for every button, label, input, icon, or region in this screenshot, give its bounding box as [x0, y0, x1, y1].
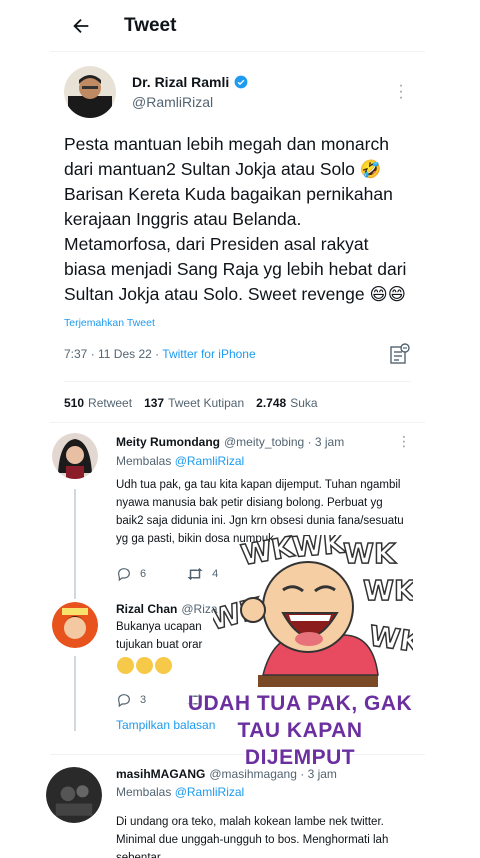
- author-meta: Dr. Rizal Ramli @RamliRizal: [132, 74, 391, 110]
- laughing-emoji-icon: [117, 657, 134, 674]
- reply-count: 3: [140, 694, 147, 706]
- replying-to: Membalas @RamliRizal: [116, 785, 245, 799]
- back-arrow-icon[interactable]: [70, 15, 92, 37]
- author-name[interactable]: Dr. Rizal Ramli: [132, 74, 229, 90]
- reply-header: Meity Rumondang @meity_tobing · 3 jam ⋮: [116, 433, 411, 450]
- reply-author-handle: @meity_tobing · 3 jam: [224, 434, 345, 449]
- replying-to: Membalas @RamliRizal: [116, 454, 245, 468]
- replying-to-handle[interactable]: @RamliRizal: [175, 454, 245, 468]
- analytics-icon[interactable]: [389, 343, 411, 365]
- reply-icon: [118, 568, 130, 582]
- retweet-stat[interactable]: 510 Retweet: [64, 396, 132, 410]
- like-stat[interactable]: 2.748 Suka: [256, 396, 317, 410]
- wk-text: WK: [363, 574, 413, 607]
- tweet-meta-row: 7:37 · 11 Des 22 · Twitter for iPhone: [64, 343, 411, 382]
- reply-button[interactable]: 3: [116, 692, 146, 708]
- retweet-icon: [187, 568, 203, 580]
- reply-avatar[interactable]: [46, 767, 102, 823]
- thread-line: [74, 489, 76, 599]
- laughing-emoji-icon: [155, 657, 172, 674]
- tweet-source[interactable]: Twitter for iPhone: [162, 347, 255, 361]
- tweet-meta: 7:37 · 11 Des 22 · Twitter for iPhone: [64, 347, 256, 361]
- tweet-time: 7:37 · 11 Des 22 ·: [64, 347, 163, 361]
- top-bar: Tweet: [50, 0, 425, 52]
- reply-text: Di undang ora teko, malah kokean lambe n…: [116, 816, 389, 858]
- author-row: Dr. Rizal Ramli @RamliRizal · · ·: [64, 66, 411, 118]
- main-tweet: Dr. Rizal Ramli @RamliRizal · · · Pesta ma…: [50, 52, 425, 382]
- quote-stat[interactable]: 137 Tweet Kutipan: [144, 396, 244, 410]
- wk-text: WK: [291, 535, 348, 564]
- meme-caption: UDAH TUA PAK, GAK TAU KAPAN DIJEMPUT: [187, 692, 413, 769]
- page-title: Tweet: [124, 14, 177, 36]
- tweet-stats: 510 Retweet 137 Tweet Kutipan 2.748 Suka: [50, 382, 425, 423]
- replying-to-handle[interactable]: @RamliRizal: [175, 785, 245, 799]
- tweet-text: Pesta mantuan lebih megah dan monarch da…: [64, 134, 407, 304]
- more-options-icon[interactable]: ⋮: [397, 433, 411, 450]
- reply-button[interactable]: 6: [116, 566, 146, 582]
- thread-line: [74, 656, 76, 731]
- wk-text: WK: [367, 619, 413, 659]
- author-name-row: Dr. Rizal Ramli: [132, 74, 391, 90]
- translate-link[interactable]: Terjemahkan Tweet: [64, 317, 411, 329]
- reply-avatar[interactable]: [52, 433, 98, 479]
- wk-text: WK: [343, 537, 397, 570]
- author-handle: @RamliRizal: [132, 94, 214, 110]
- more-options-icon[interactable]: · · ·: [391, 78, 411, 106]
- author-avatar[interactable]: [64, 66, 116, 118]
- reply-avatar[interactable]: [52, 602, 98, 648]
- reply-author-name[interactable]: Meity Rumondang: [116, 435, 220, 449]
- reply-icon: [118, 694, 130, 708]
- laughing-cartoon-sticker: WK WK WK WK WK WK: [213, 535, 413, 687]
- reply-author-name[interactable]: Rizal Chan: [116, 602, 177, 616]
- reply-count: 6: [140, 568, 147, 580]
- verified-badge-icon: [234, 75, 248, 89]
- laughing-emoji-icon: [136, 657, 153, 674]
